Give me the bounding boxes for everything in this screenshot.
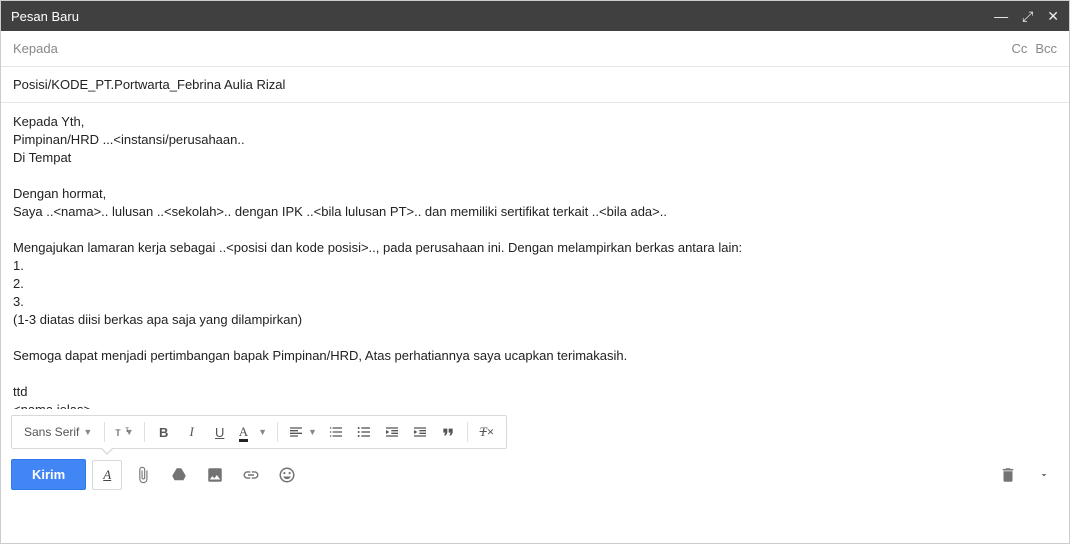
underline-icon: U (215, 425, 224, 440)
remove-formatting-button[interactable]: T✕ (474, 419, 500, 445)
chevron-down-icon (1038, 469, 1050, 481)
numbered-list-icon (328, 424, 344, 440)
drive-icon (170, 466, 188, 484)
separator (144, 422, 145, 442)
italic-icon: I (190, 424, 194, 440)
insert-photo-button[interactable] (200, 460, 230, 490)
emoji-icon (278, 466, 296, 484)
formatting-toggle-button[interactable]: A (92, 460, 122, 490)
recipients-row[interactable]: Kepada Cc Bcc (1, 31, 1069, 67)
indent-less-icon (384, 424, 400, 440)
quote-button[interactable] (435, 419, 461, 445)
quote-icon (440, 424, 456, 440)
trash-icon (999, 466, 1017, 484)
cc-button[interactable]: Cc (1011, 41, 1027, 56)
bulleted-list-icon (356, 424, 372, 440)
underline-button[interactable]: U (207, 419, 233, 445)
indent-more-button[interactable] (407, 419, 433, 445)
subject-field[interactable]: Posisi/KODE_PT.Portwarta_Febrina Aulia R… (1, 67, 1069, 103)
chevron-down-icon: ▼ (258, 427, 267, 437)
indent-more-icon (412, 424, 428, 440)
message-body[interactable]: Kepada Yth, Pimpinan/HRD ...<instansi/pe… (1, 103, 1069, 409)
font-size-button[interactable]: тт ▼ (111, 419, 137, 445)
separator (104, 422, 105, 442)
formatting-a-icon: A (103, 467, 111, 483)
paperclip-icon (134, 466, 152, 484)
separator (277, 422, 278, 442)
bold-icon: B (159, 425, 168, 440)
link-icon (242, 466, 260, 484)
separator (467, 422, 468, 442)
insert-link-button[interactable] (236, 460, 266, 490)
toolbar-pointer (100, 448, 114, 455)
font-family-label: Sans Serif (24, 425, 79, 439)
attach-button[interactable] (128, 460, 158, 490)
drive-button[interactable] (164, 460, 194, 490)
italic-button[interactable]: I (179, 419, 205, 445)
bcc-button[interactable]: Bcc (1035, 41, 1057, 56)
discard-button[interactable] (993, 460, 1023, 490)
bottom-toolbar: Kirim A (1, 449, 1069, 500)
font-family-dropdown[interactable]: Sans Serif ▼ (18, 419, 98, 445)
more-options-button[interactable] (1029, 460, 1059, 490)
send-button[interactable]: Kirim (11, 459, 86, 490)
text-color-button[interactable]: A ▼ (235, 419, 271, 445)
align-button[interactable]: ▼ (284, 419, 321, 445)
text-color-icon: A (239, 424, 248, 440)
numbered-list-button[interactable] (323, 419, 349, 445)
image-icon (206, 466, 224, 484)
minimize-icon[interactable]: — (994, 8, 1008, 24)
popout-icon[interactable]: ⤢ (1022, 8, 1033, 25)
window-titlebar: Pesan Baru — ⤢ ✕ (1, 1, 1069, 31)
close-icon[interactable]: ✕ (1047, 8, 1059, 25)
indent-less-button[interactable] (379, 419, 405, 445)
to-field[interactable]: Kepada (13, 41, 1003, 56)
font-size-icon: тт (115, 425, 121, 439)
window-title: Pesan Baru (11, 9, 994, 24)
bold-button[interactable]: B (151, 419, 177, 445)
align-icon (288, 424, 304, 440)
window-controls: — ⤢ ✕ (994, 8, 1059, 25)
chevron-down-icon: ▼ (83, 427, 92, 437)
chevron-down-icon: ▼ (308, 427, 317, 437)
insert-emoji-button[interactable] (272, 460, 302, 490)
formatting-toolbar: Sans Serif ▼ тт ▼ B I U A ▼ ▼ T✕ (11, 415, 507, 449)
remove-formatting-icon: T (480, 424, 487, 440)
bulleted-list-button[interactable] (351, 419, 377, 445)
